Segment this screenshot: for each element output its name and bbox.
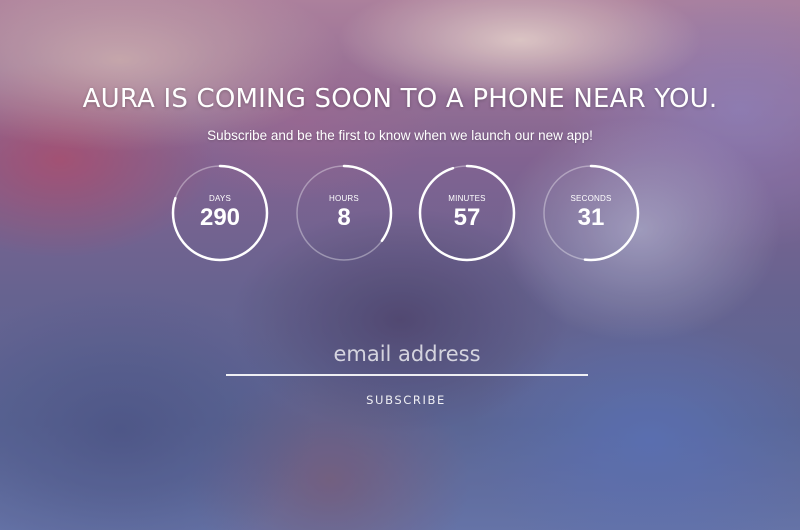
hours-value: 8: [337, 204, 351, 231]
minutes-value: 57: [453, 204, 481, 231]
countdown-days: DAYS 290: [170, 163, 270, 263]
page-subheadline: Subscribe and be the first to know when …: [207, 128, 593, 143]
subscribe-button[interactable]: SUBSCRIBE: [336, 388, 476, 412]
hours-label: HOURS: [329, 194, 359, 203]
countdown-minutes: MINUTES 57: [417, 163, 517, 263]
days-label: DAYS: [209, 194, 231, 203]
coming-soon-section: AURA IS COMING SOON TO A PHONE NEAR YOU.…: [0, 0, 800, 530]
days-value: 290: [199, 204, 241, 231]
page-headline: AURA IS COMING SOON TO A PHONE NEAR YOU.: [82, 84, 718, 114]
email-input[interactable]: [226, 334, 588, 376]
minutes-label: MINUTES: [448, 194, 486, 203]
countdown-seconds: SECONDS 31: [541, 163, 641, 263]
seconds-value: 31: [577, 204, 605, 231]
seconds-label: SECONDS: [570, 194, 612, 203]
countdown-hours: HOURS 8: [294, 163, 394, 263]
